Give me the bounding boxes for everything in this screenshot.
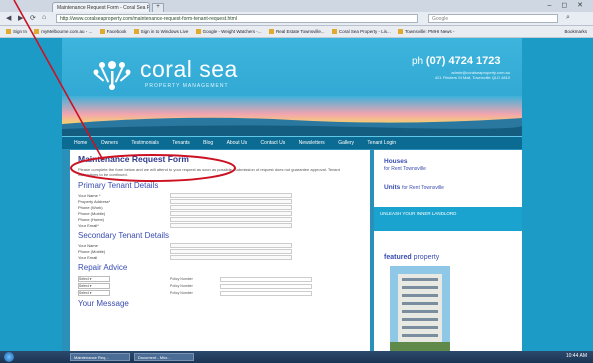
browser-window: Maintenance Request Form - Coral Sea P..… [0,0,593,363]
clock: 10:44 AM [565,353,587,359]
repair-advice-heading: Repair Advice [78,263,128,272]
repair-select[interactable]: Select ▾ [78,283,110,289]
bookmark-item[interactable]: Townsville: PMHI News - [397,26,454,37]
email-input[interactable] [170,223,292,228]
houses-link[interactable]: Houses for Rent Townsville [384,158,426,172]
main-content: Maintenance Request Form Please complete… [70,150,370,351]
field-label: Your Name [78,243,98,248]
name-input[interactable] [170,193,292,198]
field-label: Your Email [78,255,98,260]
menu-item[interactable]: Owners [101,137,118,149]
address-input[interactable] [170,199,292,204]
secondary-name-input[interactable] [170,243,292,248]
repair-label: Policy Number [170,291,193,295]
menu-item[interactable]: Contact Us [261,137,286,149]
field-label: Your Name * [78,193,101,198]
bookmark-item[interactable]: Facebook [99,26,126,37]
taskbar: Maintenance Req... Document - Micr... 10… [0,351,593,363]
repair-input[interactable] [220,284,312,289]
main-menu: Home Owners Testimonials Tenants Blog Ab… [62,136,522,149]
field-label: Your Email* [78,223,99,228]
repair-label: Policy Number [170,284,193,288]
featured-property-image[interactable] [390,266,450,351]
browser-tab[interactable]: Maintenance Request Form - Coral Sea P..… [52,2,150,12]
repair-input[interactable] [220,277,312,282]
web-page: coral sea PROPERTY MANAGEMENT ph (07) 47… [0,38,593,351]
repair-label: Policy Number [170,277,193,281]
bookmark-item[interactable]: Real Estate Townsville... [268,26,325,37]
brand-tagline: PROPERTY MANAGEMENT [145,83,229,89]
site-header: coral sea PROPERTY MANAGEMENT ph (07) 47… [62,38,522,136]
reload-icon[interactable]: ⟳ [30,14,36,22]
navigation-bar: ◀ ▶ ⟳ ⌂ http://www.coralseaproperty.com/… [0,12,593,26]
repair-select[interactable]: Select ▾ [78,276,110,282]
favicon-icon [331,29,337,35]
search-icon[interactable]: ⌕ [566,14,570,22]
favicon-icon [268,29,274,35]
menu-item[interactable]: Home [74,137,87,149]
bookmark-item[interactable]: Sign in to Windows Live [133,26,188,37]
bookmark-item[interactable]: myMelbourne.com.au - ... [34,26,92,37]
search-input[interactable]: Google [428,14,558,23]
phone-number: ph (07) 4724 1723 [412,55,501,67]
menu-item[interactable]: Blog [203,137,213,149]
address-bar[interactable]: http://www.coralseaproperty.com/maintena… [56,14,418,23]
favicon-icon [397,29,403,35]
menu-item[interactable]: Tenant Login [367,137,396,149]
secondary-mobile-input[interactable] [170,249,292,254]
favicon-icon [99,29,105,35]
phone-mobile-input[interactable] [170,211,292,216]
menu-item[interactable]: Gallery [338,137,354,149]
sunset-banner [62,96,522,136]
field-label: Phone (Work) [78,205,103,210]
units-link[interactable]: Units for Rent Townsville [384,184,444,191]
bookmark-item[interactable]: Google - Weight Watchers -... [195,26,262,37]
menu-item[interactable]: Newsletters [299,137,325,149]
menu-item[interactable]: Tenants [172,137,190,149]
back-button[interactable]: ◀ [6,14,11,22]
page-title: Maintenance Request Form [78,154,189,164]
site-container: coral sea PROPERTY MANAGEMENT ph (07) 47… [62,38,522,351]
contact-address: admin@coralseaproperty.com.au 421 Flinde… [434,70,510,80]
bookmark-item[interactable]: Coral Sea Property - Lis... [331,26,391,37]
start-button[interactable] [4,352,14,362]
coral-logo-icon[interactable] [92,57,132,95]
secondary-tenant-heading: Secondary Tenant Details [78,231,170,240]
forward-button[interactable]: ▶ [18,14,23,22]
menu-item[interactable]: Testimonials [131,137,159,149]
form-intro: Please complete the form below and we wi… [78,167,340,177]
promo-banner[interactable]: UNLEASH YOUR INNER LANDLORD [374,207,522,231]
secondary-email-input[interactable] [170,255,292,260]
taskbar-item[interactable]: Maintenance Req... [70,353,130,361]
bookmarks-bar: Sign In myMelbourne.com.au - ... Faceboo… [0,26,593,38]
phone-work-input[interactable] [170,205,292,210]
bookmarks-menu[interactable]: Bookmarks [564,26,587,37]
tab-bar: Maintenance Request Form - Coral Sea P..… [0,0,593,13]
field-label: Phone (Mobile) [78,249,106,254]
phone-home-input[interactable] [170,217,292,222]
repair-input[interactable] [220,291,312,296]
favicon-icon [195,29,201,35]
favicon-icon [34,29,40,35]
sidebar: Houses for Rent Townsville Units for Ren… [374,150,522,351]
field-label: Phone (Mobile) [78,211,106,216]
message-heading: Your Message [78,299,129,308]
field-label: Phone (Home) [78,217,105,222]
repair-select[interactable]: Select ▾ [78,290,110,296]
home-icon[interactable]: ⌂ [42,14,46,21]
menu-item[interactable]: About Us [227,137,248,149]
taskbar-item[interactable]: Document - Micr... [134,353,194,361]
featured-property-heading: featured property [384,254,440,261]
favicon-icon [133,29,139,35]
favicon-icon [6,29,11,35]
primary-tenant-heading: Primary Tenant Details [78,181,159,190]
bookmark-item[interactable]: Sign In [6,26,27,37]
brand-name[interactable]: coral sea [140,56,238,83]
field-label: Property Address* [78,199,111,204]
window-controls[interactable]: – ◻ ✕ [548,1,587,9]
